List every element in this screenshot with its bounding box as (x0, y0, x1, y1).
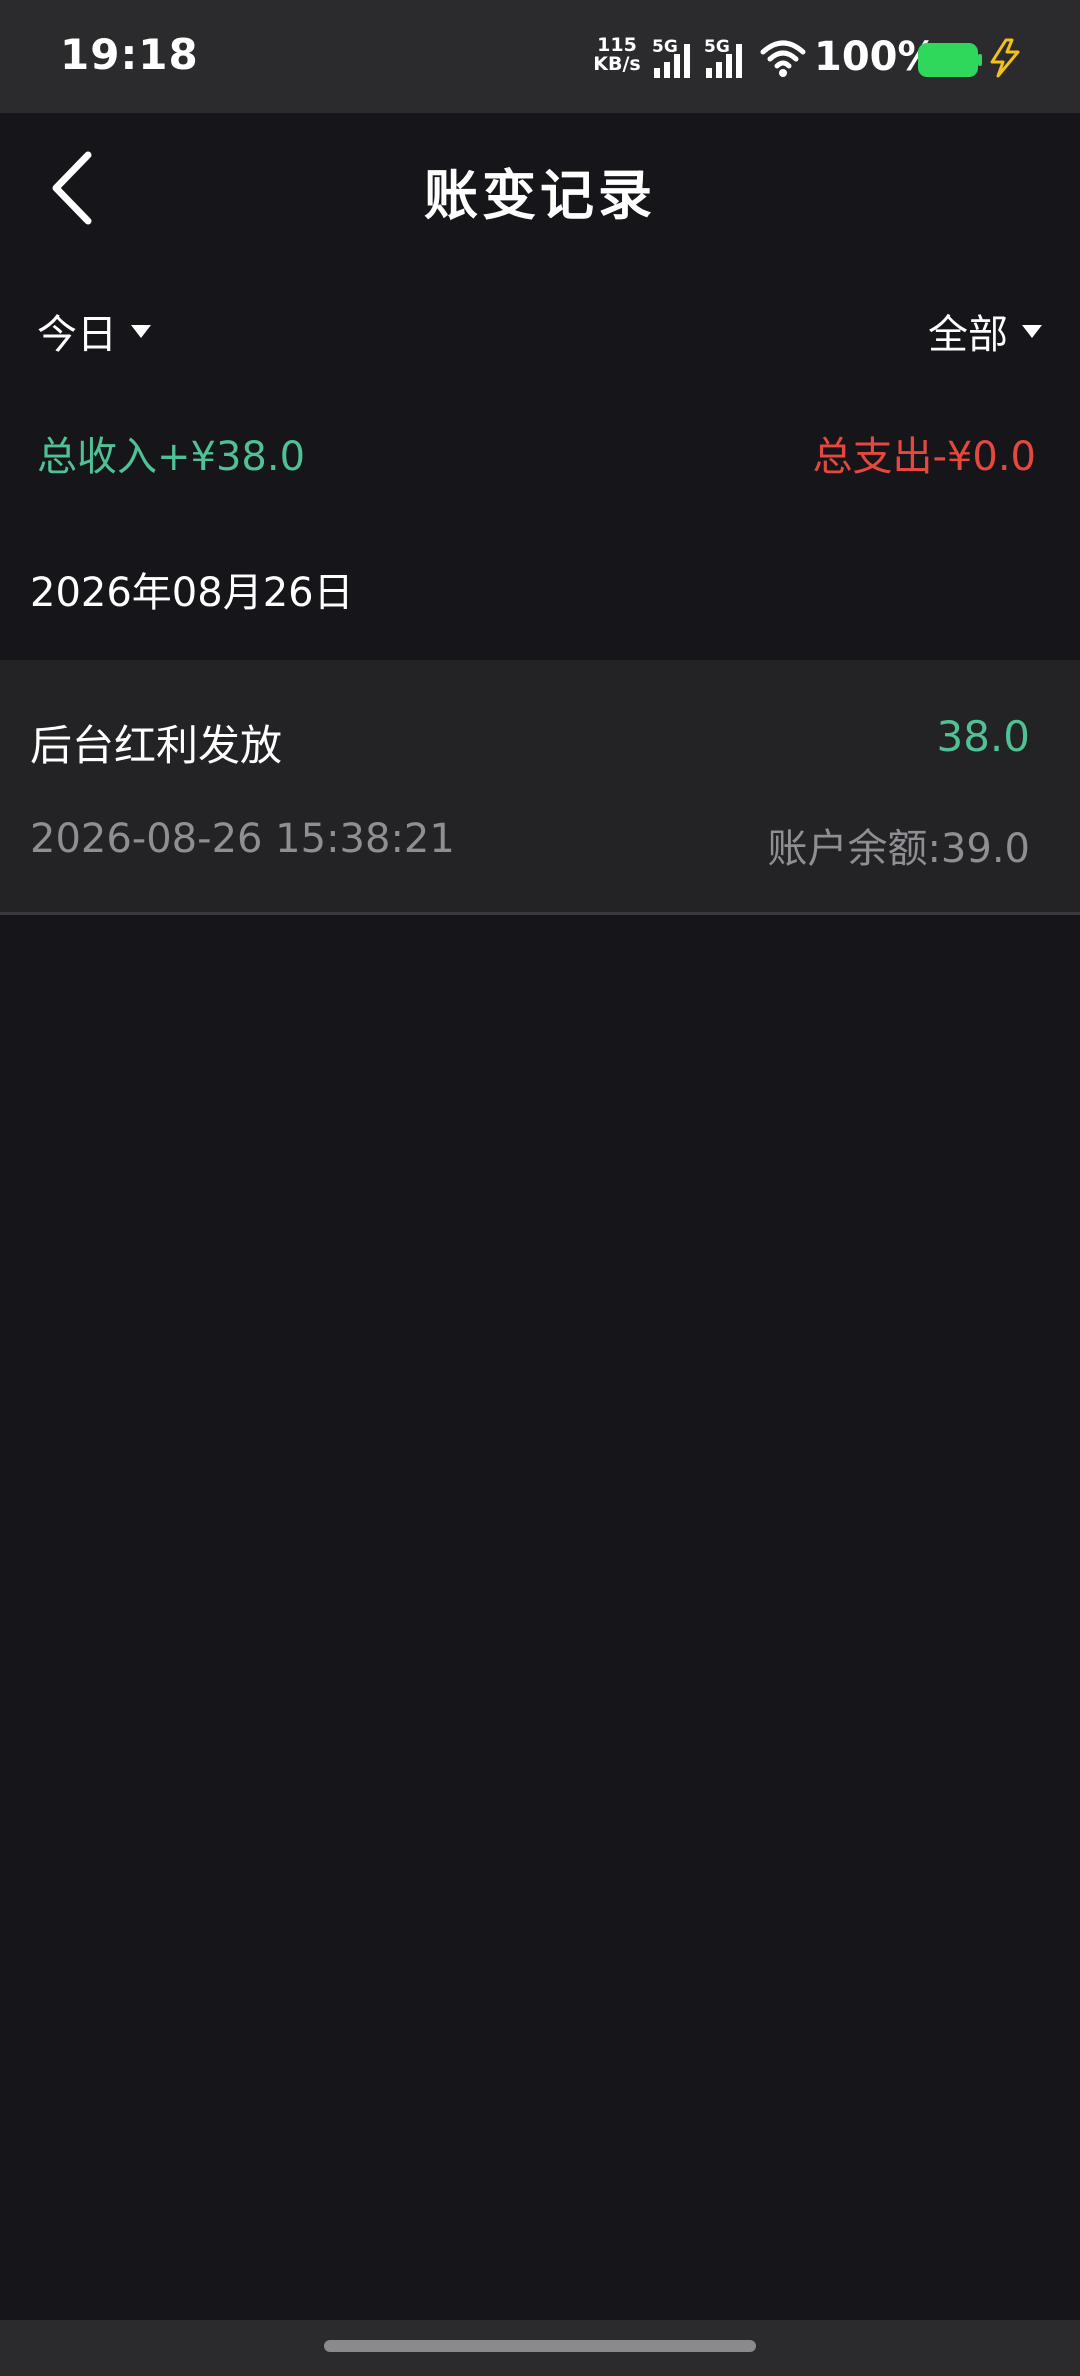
screen: 19:18 115 KB/s 5G 5G 100% 账变记录 今日 全部 总收入… (0, 0, 1080, 2376)
sim2-signal-icon: 5G (704, 34, 750, 80)
page-title: 账变记录 (424, 164, 656, 227)
status-time: 19:18 (60, 30, 199, 79)
network-speed-unit: KB/s (593, 53, 641, 75)
charging-icon (988, 38, 1022, 78)
app-header: 账变记录 (0, 113, 1080, 263)
dropdown-arrow-icon (131, 324, 151, 338)
battery-icon (917, 42, 983, 78)
total-expense: 总支出-¥0.0 (812, 434, 1037, 480)
network-speed: 115 KB/s (592, 36, 642, 74)
transaction-record[interactable]: 后台红利发放 38.0 2026-08-26 15:38:21 账户余额:39.… (0, 660, 1080, 915)
period-filter-dropdown[interactable]: 今日 (37, 302, 151, 360)
date-group-heading: 2026年08月26日 (30, 570, 354, 616)
system-nav-bar (0, 2320, 1080, 2376)
home-indicator[interactable] (324, 2340, 756, 2352)
sim1-signal-icon: 5G (652, 34, 698, 80)
type-filter-label: 全部 (928, 312, 1008, 358)
record-title: 后台红利发放 (30, 721, 283, 770)
total-income: 总收入+¥38.0 (37, 434, 306, 480)
status-bar: 19:18 115 KB/s 5G 5G 100% (0, 0, 1080, 113)
record-timestamp: 2026-08-26 15:38:21 (30, 816, 455, 862)
status-icons: 115 KB/s 5G 5G 100% (592, 34, 1032, 84)
record-amount: 38.0 (936, 712, 1030, 761)
type-filter-dropdown[interactable]: 全部 (928, 302, 1042, 360)
period-filter-label: 今日 (37, 312, 117, 358)
record-balance: 账户余额:39.0 (767, 826, 1030, 872)
dropdown-arrow-icon (1022, 324, 1042, 338)
wifi-icon (760, 38, 806, 78)
